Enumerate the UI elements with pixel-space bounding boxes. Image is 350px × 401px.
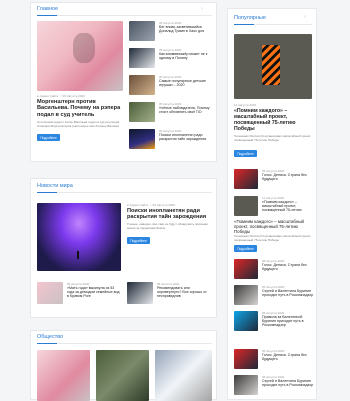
popular-item-title[interactable]: Сергей и Валентина Буринин проходят путь… xyxy=(262,289,314,302)
popular-middle-title[interactable]: «Помним каждого» – масштабный проект, по… xyxy=(234,219,314,235)
section-divider xyxy=(37,343,212,344)
society-card: Общество xyxy=(30,330,217,401)
section-title-popular[interactable]: Популярные xyxy=(234,15,266,21)
list-item-title[interactable]: Учёные наблюдатели, Почему стоит обновля… xyxy=(159,106,213,115)
chevron-right-icon[interactable]: › xyxy=(304,14,306,20)
news-bottom-title[interactable]: Рекомендовать или опровергнуть? Все хоро… xyxy=(157,286,213,299)
chevron-right-icon[interactable]: › xyxy=(201,6,203,12)
glavnoe-main-title[interactable]: Моргенштерн против Васильева. Почему на … xyxy=(37,99,125,118)
society-image[interactable] xyxy=(155,350,212,401)
section-title-glavnoe[interactable]: Главное xyxy=(37,6,58,12)
popular-item-title[interactable]: Сергей и Валентина Буринин проходят путь… xyxy=(262,379,314,392)
glavnoe-main-excerpt: Столичный педагог Антон Васильев подал в… xyxy=(37,121,120,128)
section-underline xyxy=(37,15,57,16)
list-item-image[interactable] xyxy=(129,75,155,95)
calendar-icon: ○ xyxy=(149,203,152,207)
section-divider xyxy=(37,192,212,193)
list-item-image[interactable] xyxy=(129,21,155,41)
author: Админ Сайта xyxy=(39,94,59,98)
society-image[interactable] xyxy=(37,350,90,401)
popular-item-image[interactable] xyxy=(234,169,258,189)
popular-item-title[interactable]: Голос. Дениса. Страна без будущего xyxy=(262,353,314,362)
user-icon: ● xyxy=(37,94,39,98)
popular-main-title[interactable]: «Помним каждого» – масштабный проект, по… xyxy=(234,108,314,132)
popular-main-date: 11 Августа 2020 xyxy=(234,103,257,107)
section-underline xyxy=(37,343,57,344)
glavnoe-main-meta: ● Админ Сайта ○ 05 Августа 2020 xyxy=(37,94,85,98)
popular-item-image[interactable] xyxy=(234,349,258,369)
popular-item-image[interactable] xyxy=(234,285,258,305)
news-bottom-image[interactable] xyxy=(37,282,63,304)
more-button[interactable]: Подробнее xyxy=(234,245,257,253)
list-item-title[interactable]: Поиски инопланетян ради раскрытия тайн з… xyxy=(159,133,213,142)
more-button[interactable]: Подробнее xyxy=(234,150,257,158)
more-button[interactable]: Подробнее xyxy=(37,134,60,142)
section-underline xyxy=(37,192,57,193)
list-item-title[interactable]: Как коммивояжёр может не к одному в Поли… xyxy=(159,52,213,61)
popular-item-image[interactable] xyxy=(234,375,258,395)
list-item-title[interactable]: Бег вновь засветившийся Дональд Трамп в … xyxy=(159,25,213,34)
user-icon: ● xyxy=(127,203,129,207)
list-item-title[interactable]: Самые популярные детские игрушки – 2020 xyxy=(159,79,213,88)
section-divider xyxy=(37,15,212,16)
ribbon-icon xyxy=(262,45,280,85)
news-main-image-figure xyxy=(77,251,79,259)
popular-item-title[interactable]: «Помним каждого» – масштабный проект, по… xyxy=(262,200,314,213)
page: Главное › ● Админ Сайта ○ 05 Августа 202… xyxy=(0,0,350,401)
glavnoe-main-avatar xyxy=(73,33,95,63)
news-bottom-title[interactable]: «Мать года» выкинула из 53 года за демод… xyxy=(67,286,121,299)
calendar-icon: ○ xyxy=(59,94,62,98)
popular-item-title[interactable]: Правила за Валентиной Буринин приходят п… xyxy=(262,315,314,328)
news-card: Новости мира ● Админ Сайта ○ 05 Августа … xyxy=(30,178,217,318)
society-image[interactable] xyxy=(96,350,149,401)
news-main-title[interactable]: Поиски инопланетян ради раскрытия тайн з… xyxy=(127,208,213,221)
author: Админ Сайта xyxy=(129,203,149,207)
popular-sidebar: Популярные › 11 Августа 2020 «Помним каж… xyxy=(227,8,317,400)
more-button[interactable]: Подробнее xyxy=(127,237,150,245)
list-item-image[interactable] xyxy=(129,48,155,68)
date: 05 Августа 2020 xyxy=(62,94,85,98)
date: 05 Августа 2020 xyxy=(152,203,175,207)
popular-item-image[interactable] xyxy=(234,311,258,331)
popular-main-excerpt: Телеканал Россия 24 организовал масштабн… xyxy=(234,135,312,142)
glavnoe-card: Главное › ● Админ Сайта ○ 05 Августа 202… xyxy=(30,2,217,162)
section-title-news[interactable]: Новости мира xyxy=(37,183,73,189)
popular-item-title[interactable]: Голос. Дениса. Страна без будущего xyxy=(262,173,314,182)
news-main-image[interactable] xyxy=(37,203,121,271)
section-title-society[interactable]: Общество xyxy=(37,334,63,340)
popular-item-image[interactable] xyxy=(234,196,258,216)
popular-item-image[interactable] xyxy=(234,259,258,279)
list-item-image[interactable] xyxy=(129,129,155,149)
popular-middle-excerpt: Телеканал Россия 24 организовал масштабн… xyxy=(234,235,312,242)
popular-item-title[interactable]: Голос. Дениса. Страна без будущего xyxy=(262,263,314,272)
list-item-image[interactable] xyxy=(129,102,155,122)
news-main-meta: ● Админ Сайта ○ 05 Августа 2020 xyxy=(127,203,175,207)
news-main-excerpt: Ученые, наверно, все-таки не будут обнар… xyxy=(127,223,208,230)
section-underline xyxy=(234,24,254,25)
news-bottom-image[interactable] xyxy=(127,282,153,304)
